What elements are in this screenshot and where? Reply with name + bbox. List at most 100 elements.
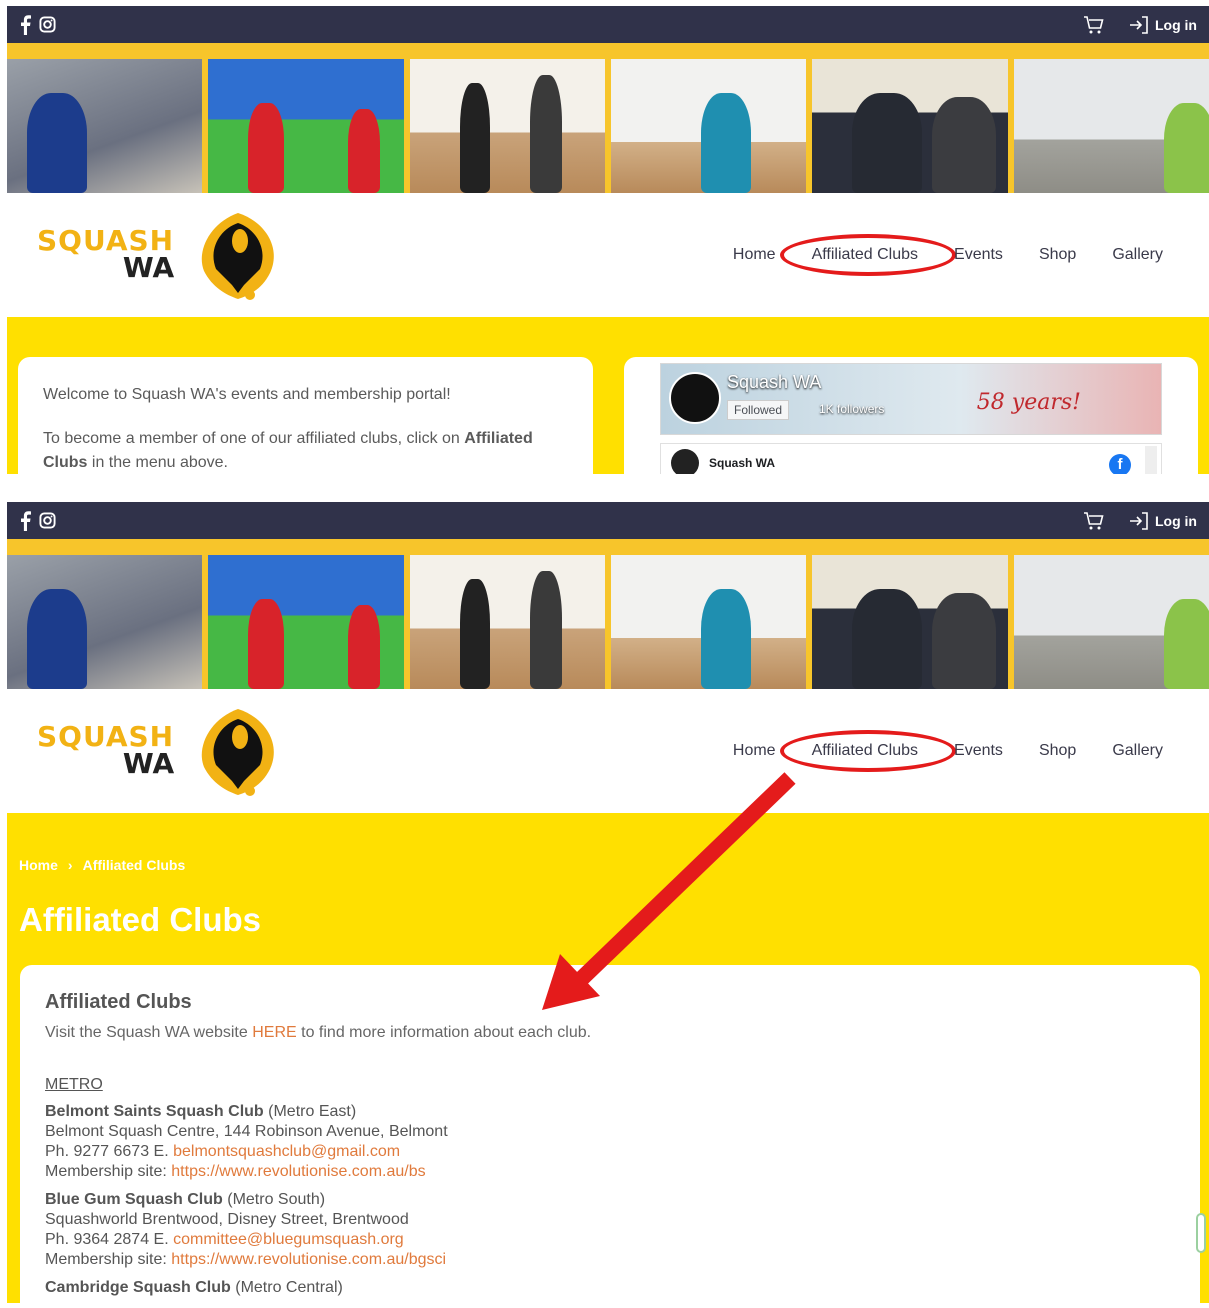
- nav-gallery[interactable]: Gallery: [1112, 742, 1163, 760]
- facebook-followed-label: Followed: [734, 403, 783, 417]
- club-name: Belmont Saints Squash Club: [45, 1103, 264, 1120]
- intro-suffix: to find more information about each club…: [301, 1024, 592, 1041]
- region-heading: METRO: [45, 1076, 103, 1093]
- nav-home[interactable]: Home: [733, 742, 776, 760]
- breadcrumb: Home › Affiliated Clubs: [19, 857, 185, 873]
- nav-affiliated-clubs[interactable]: Affiliated Clubs: [779, 730, 956, 772]
- login-label: Log in: [1155, 16, 1197, 33]
- club-name: Blue Gum Squash Club: [45, 1191, 223, 1208]
- banner-border: [7, 43, 1209, 59]
- facebook-icon[interactable]: [19, 14, 31, 35]
- banner-photo: [409, 555, 605, 689]
- club-entry: Blue Gum Squash Club (Metro South) Squas…: [45, 1190, 1175, 1270]
- club-area: (Metro Central): [235, 1279, 343, 1296]
- post-author-avatar[interactable]: [671, 449, 699, 474]
- site-header: SQUASH WA Home Affiliated Clubs Events S…: [7, 193, 1209, 317]
- squash-wa-logo[interactable]: SQUASH WA: [37, 703, 286, 799]
- facebook-followed-button[interactable]: Followed: [727, 400, 790, 420]
- annotation-circle: [779, 234, 956, 276]
- nav-shop[interactable]: Shop: [1039, 742, 1076, 760]
- clubs-heading: Affiliated Clubs: [45, 991, 192, 1013]
- club-area: (Metro South): [227, 1191, 326, 1208]
- club-phone: Ph. 9364 2874 E.: [45, 1231, 169, 1248]
- main-nav: Home Affiliated Clubs Events Shop Galler…: [733, 730, 1179, 772]
- clubs-intro: Visit the Squash WA website HERE to find…: [45, 1024, 1175, 1042]
- become-suffix: in the menu above.: [91, 454, 228, 471]
- facebook-page-avatar[interactable]: [669, 372, 721, 424]
- nav-events[interactable]: Events: [954, 246, 1003, 264]
- facebook-cover[interactable]: Squash WA Followed 1K followers 58 years…: [660, 363, 1162, 435]
- instagram-icon[interactable]: [39, 16, 56, 33]
- logo-text-line2: WA: [122, 251, 175, 284]
- chevron-right-icon: ›: [67, 857, 73, 873]
- login-link[interactable]: Log in: [1129, 15, 1197, 34]
- facebook-icon[interactable]: [19, 510, 31, 531]
- facebook-cover-text: 58 years!: [976, 390, 1081, 415]
- banner-photo: [409, 59, 605, 193]
- club-membership-link[interactable]: https://www.revolutionise.com.au/bgsci: [171, 1251, 446, 1268]
- club-site-label: Membership site:: [45, 1251, 167, 1268]
- become-member-text: To become a member of one of our affilia…: [43, 427, 568, 474]
- logo-text-line2: WA: [122, 747, 175, 780]
- club-site-label: Membership site:: [45, 1163, 167, 1180]
- post-author-name[interactable]: Squash WA: [709, 456, 775, 470]
- banner-photo: [7, 555, 203, 689]
- clubs-card: Affiliated Clubs Visit the Squash WA web…: [20, 965, 1206, 1308]
- cart-icon[interactable]: [1083, 511, 1105, 531]
- clubs-content: Home › Affiliated Clubs Affiliated Clubs A…: [7, 813, 1209, 1308]
- site-header: SQUASH WA Home Affiliated Clubs Events S…: [7, 689, 1209, 813]
- cart-icon[interactable]: [1083, 15, 1105, 35]
- top-bar: Log in: [7, 502, 1209, 539]
- welcome-text: Welcome to Squash WA's events and member…: [43, 386, 451, 403]
- photo-banner: [7, 59, 1209, 193]
- nav-shop[interactable]: Shop: [1039, 246, 1076, 264]
- club-membership-link[interactable]: https://www.revolutionise.com.au/bs: [171, 1163, 425, 1180]
- page-title: Affiliated Clubs: [19, 901, 262, 938]
- squash-wa-emblem-icon: [201, 709, 274, 796]
- social-links: [19, 14, 56, 35]
- club-email-link[interactable]: belmontsquashclub@gmail.com: [173, 1143, 400, 1160]
- banner-photo: [7, 59, 203, 193]
- photo-banner: [7, 555, 1209, 689]
- side-feedback-tab[interactable]: [1196, 1213, 1206, 1253]
- banner-photo: [610, 555, 807, 689]
- breadcrumb-current: Affiliated Clubs: [82, 857, 186, 873]
- club-entry: Belmont Saints Squash Club (Metro East) …: [45, 1102, 1175, 1182]
- login-icon: [1130, 511, 1148, 530]
- login-link[interactable]: Log in: [1129, 511, 1197, 530]
- nav-gallery[interactable]: Gallery: [1112, 246, 1163, 264]
- intro-prefix: Visit the Squash WA website: [45, 1024, 248, 1041]
- banner-photo: [812, 555, 1008, 689]
- breadcrumb-home[interactable]: Home: [19, 857, 58, 873]
- top-bar: Log in: [7, 6, 1209, 43]
- nav-home[interactable]: Home: [733, 246, 776, 264]
- facebook-logo-icon[interactable]: f: [1109, 454, 1131, 474]
- login-icon: [1130, 15, 1148, 34]
- instagram-icon[interactable]: [39, 512, 56, 529]
- facebook-post: Squash WA f: [660, 443, 1162, 474]
- facebook-page-name[interactable]: Squash WA: [727, 372, 821, 393]
- social-links: [19, 510, 56, 531]
- welcome-card: Welcome to Squash WA's events and member…: [18, 357, 593, 474]
- club-phone: Ph. 9277 6673 E.: [45, 1143, 169, 1160]
- facebook-followers-count: 1K followers: [819, 402, 885, 416]
- screenshot-home: Log in SQUASH WA Home Affiliated Clubs E…: [7, 6, 1209, 474]
- main-nav: Home Affiliated Clubs Events Shop Galler…: [733, 234, 1179, 276]
- squash-wa-website-link[interactable]: HERE: [252, 1024, 296, 1041]
- home-content: Welcome to Squash WA's events and member…: [7, 317, 1209, 474]
- nav-events[interactable]: Events: [954, 742, 1003, 760]
- club-email-link[interactable]: committee@bluegumsquash.org: [173, 1231, 404, 1248]
- nav-affiliated-clubs[interactable]: Affiliated Clubs: [779, 234, 956, 276]
- squash-wa-logo[interactable]: SQUASH WA: [37, 207, 286, 303]
- facebook-widget-card: Squash WA Followed 1K followers 58 years…: [624, 357, 1198, 474]
- banner-photo: [208, 555, 404, 689]
- banner-border: [7, 539, 1209, 555]
- club-entry: Cambridge Squash Club (Metro Central): [45, 1278, 1175, 1298]
- club-name: Cambridge Squash Club: [45, 1279, 231, 1296]
- facebook-widget-scrollbar[interactable]: [1145, 446, 1157, 474]
- annotation-circle: [779, 730, 956, 772]
- banner-photo: [812, 59, 1008, 193]
- banner-photo: [610, 59, 807, 193]
- screenshot-affiliated-clubs: Log in SQUASH WA Home Affiliated Clubs E…: [7, 502, 1209, 1308]
- login-label: Log in: [1155, 512, 1197, 529]
